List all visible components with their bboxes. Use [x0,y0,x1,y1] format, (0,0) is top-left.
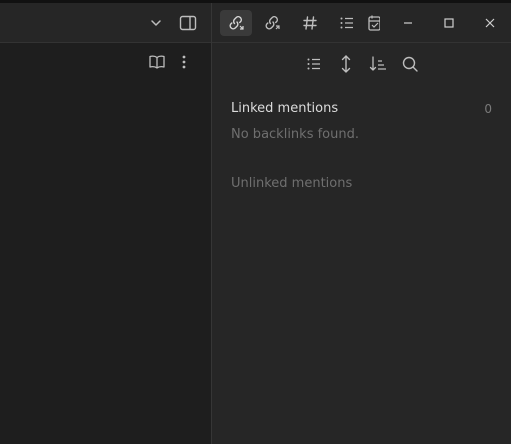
search-icon[interactable] [394,51,426,77]
more-options-icon[interactable] [168,49,200,75]
unlinked-mentions-header[interactable]: Unlinked mentions [231,176,352,191]
outline-icon[interactable] [331,10,363,36]
main-editor-pane [0,3,211,444]
maximize-icon[interactable] [433,10,465,36]
minimize-icon[interactable] [392,10,424,36]
sort-icon[interactable] [362,51,394,77]
tags-icon[interactable] [294,10,326,36]
linked-mentions-header[interactable]: Linked mentions [231,101,338,116]
chevron-down-icon[interactable] [140,10,172,36]
close-icon[interactable] [474,10,506,36]
linked-mentions-count: 0 [484,102,492,116]
expand-collapse-icon[interactable] [330,51,362,77]
calendar-icon[interactable] [364,10,384,36]
outgoing-links-icon[interactable] [256,10,288,36]
toggle-right-sidebar-icon[interactable] [172,10,204,36]
list-view-icon[interactable] [298,51,330,77]
left-titlebar [0,3,211,43]
backlinks-icon[interactable] [220,10,252,36]
right-sidebar-tabbar [212,3,511,43]
right-sidebar: Linked mentions 0 No backlinks found. Un… [212,3,511,444]
empty-backlinks-message: No backlinks found. [231,127,359,142]
